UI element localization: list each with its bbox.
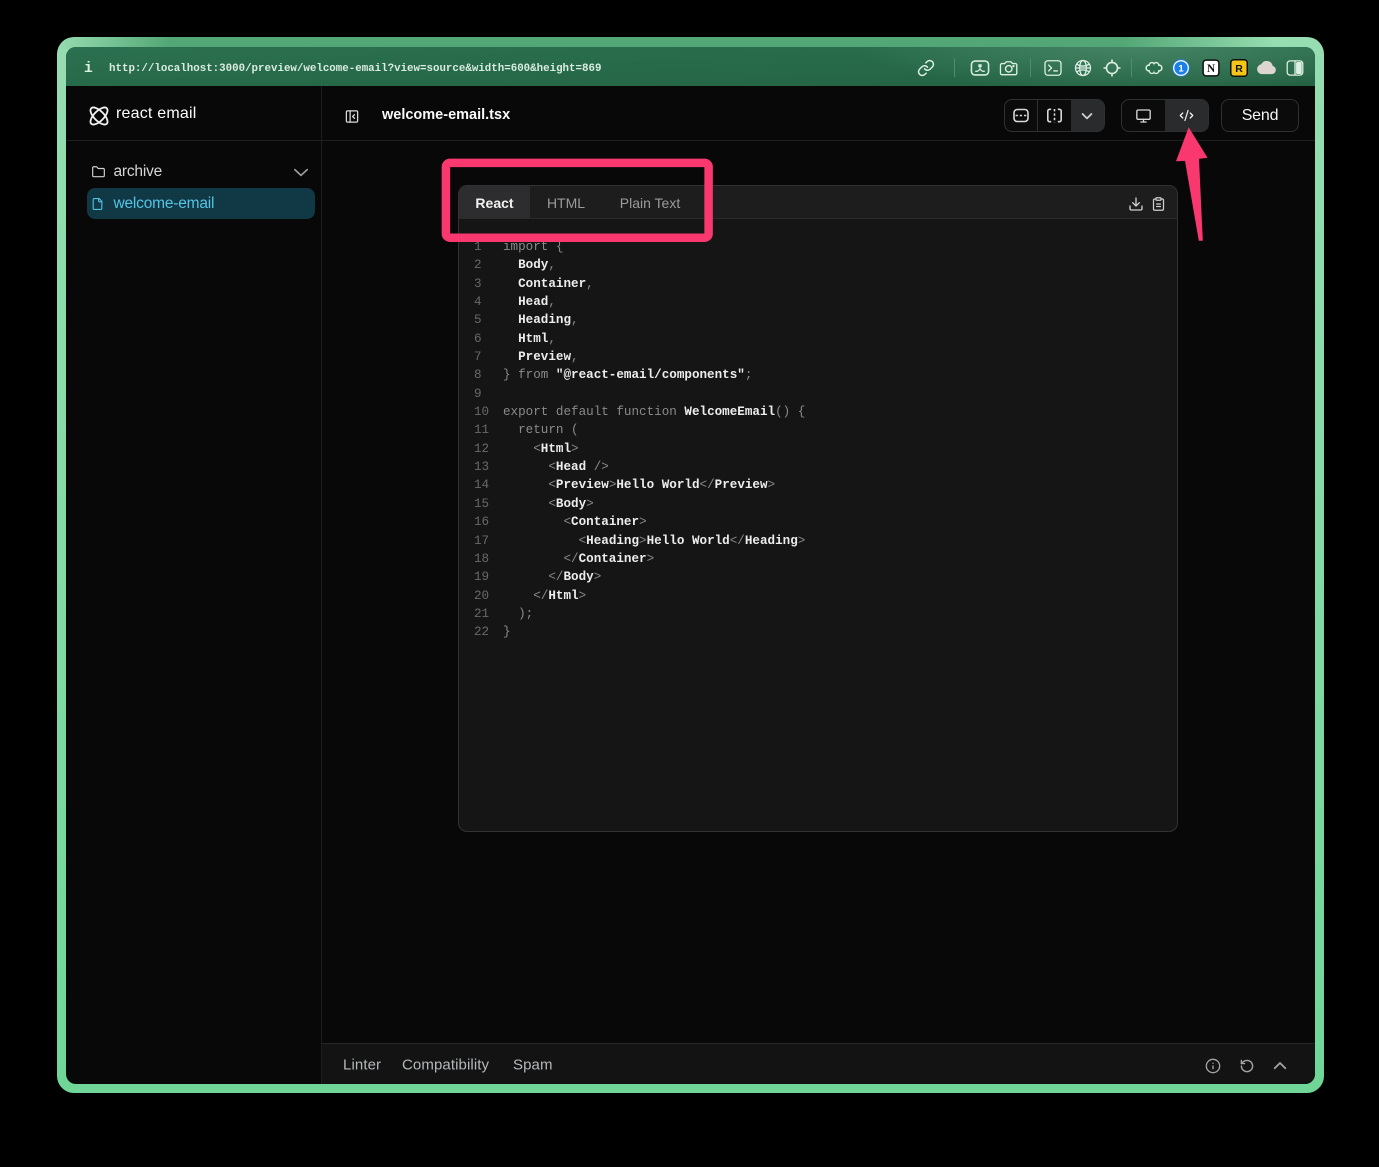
svg-text:1: 1 — [1178, 63, 1184, 74]
svg-text:R: R — [1235, 63, 1243, 75]
svg-text:N: N — [1207, 63, 1215, 75]
